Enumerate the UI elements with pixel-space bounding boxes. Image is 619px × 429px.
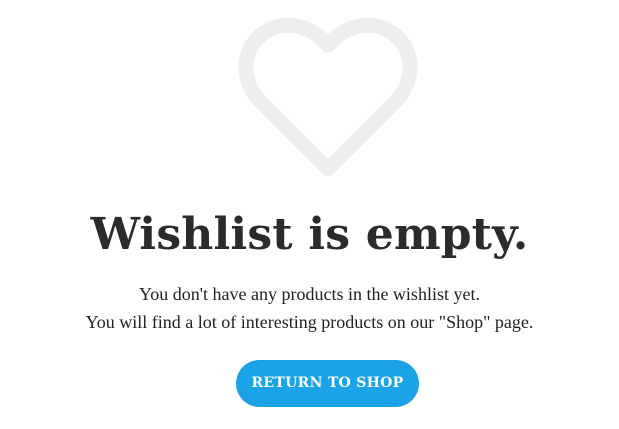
wishlist-empty-page: Wishlist is empty. You don't have any pr… — [0, 0, 619, 429]
return-to-shop-button[interactable]: RETURN TO SHOP — [236, 360, 419, 407]
empty-message-line1: You don't have any products in the wishl… — [139, 284, 480, 304]
empty-message-line2: You will find a lot of interesting produ… — [85, 312, 534, 332]
heart-icon — [235, 17, 421, 179]
empty-title: Wishlist is empty. — [90, 209, 529, 260]
